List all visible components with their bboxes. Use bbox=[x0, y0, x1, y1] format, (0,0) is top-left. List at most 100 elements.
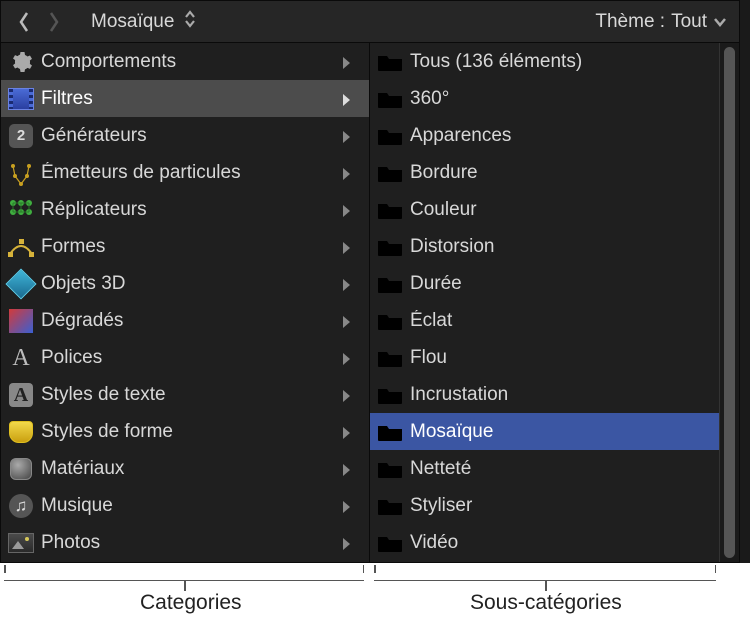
object3d-icon bbox=[7, 270, 35, 298]
chevron-right-icon bbox=[341, 424, 357, 440]
shape-icon bbox=[7, 233, 35, 261]
subcategory-row[interactable]: Durée bbox=[370, 265, 739, 302]
replicator-icon bbox=[7, 196, 35, 224]
chevron-right-icon bbox=[341, 535, 357, 551]
category-row[interactable]: Filtres bbox=[1, 80, 369, 117]
subcategory-row[interactable]: Styliser bbox=[370, 487, 739, 524]
category-label: Générateurs bbox=[41, 125, 335, 147]
subcategory-label: Flou bbox=[410, 347, 733, 369]
music-icon: ♫ bbox=[7, 492, 35, 520]
theme-value: Tout bbox=[671, 11, 707, 33]
browser-columns: Comportements Filtres 2 Générateurs Émetteur… bbox=[1, 43, 739, 562]
subcategory-row[interactable]: Flou bbox=[370, 339, 739, 376]
category-row[interactable]: Objets 3D bbox=[1, 265, 369, 302]
subcategory-row[interactable]: Bordure bbox=[370, 154, 739, 191]
category-row[interactable]: Réplicateurs bbox=[1, 191, 369, 228]
subcategory-row[interactable]: Tous (136 éléments) bbox=[370, 43, 739, 80]
category-row[interactable]: Formes bbox=[1, 228, 369, 265]
font-icon: A bbox=[7, 344, 35, 372]
subcategory-label: Incrustation bbox=[410, 384, 733, 406]
category-row[interactable]: 2 Générateurs bbox=[1, 117, 369, 154]
subcategory-row[interactable]: Couleur bbox=[370, 191, 739, 228]
material-icon bbox=[7, 455, 35, 483]
subcategory-row[interactable]: Vidéo bbox=[370, 524, 739, 561]
category-row[interactable]: Matériaux bbox=[1, 450, 369, 487]
chevron-right-icon bbox=[341, 165, 357, 181]
library-browser: Mosaïque Thème : Tout Comportements Filtr… bbox=[0, 0, 740, 563]
subcategory-label: Couleur bbox=[410, 199, 733, 221]
category-label: Matériaux bbox=[41, 458, 335, 480]
category-label: Styles de texte bbox=[41, 384, 335, 406]
category-label: Musique bbox=[41, 495, 335, 517]
subcategory-label: Mosaïque bbox=[410, 421, 733, 443]
annotation-right-label: Sous-catégories bbox=[470, 591, 622, 615]
theme-prefix: Thème : bbox=[595, 11, 665, 33]
folder-icon bbox=[376, 85, 404, 113]
bracket-right bbox=[374, 565, 716, 581]
subcategories-column: Tous (136 éléments) 360° Apparences Bordure… bbox=[370, 43, 739, 562]
folder-icon bbox=[376, 233, 404, 261]
subcategory-label: Durée bbox=[410, 273, 733, 295]
chevron-right-icon bbox=[341, 461, 357, 477]
chevron-down-icon bbox=[713, 11, 727, 33]
subcategory-label: Netteté bbox=[410, 458, 733, 480]
subcategory-row[interactable]: Apparences bbox=[370, 117, 739, 154]
text-style-icon: A bbox=[7, 381, 35, 409]
subcategory-label: 360° bbox=[410, 88, 733, 110]
scrollbar-thumb[interactable] bbox=[724, 47, 735, 558]
subcategory-row[interactable]: Distorsion bbox=[370, 228, 739, 265]
toolbar: Mosaïque Thème : Tout bbox=[1, 1, 739, 43]
category-label: Styles de forme bbox=[41, 421, 335, 443]
category-label: Filtres bbox=[41, 88, 335, 110]
category-row[interactable]: Dégradés bbox=[1, 302, 369, 339]
filmstrip-icon bbox=[7, 85, 35, 113]
subcategory-row[interactable]: Netteté bbox=[370, 450, 739, 487]
nav-back-button[interactable] bbox=[9, 7, 39, 37]
chevron-right-icon bbox=[341, 128, 357, 144]
subcategory-row[interactable]: 360° bbox=[370, 80, 739, 117]
particle-emitter-icon bbox=[7, 159, 35, 187]
category-row[interactable]: Photos bbox=[1, 524, 369, 561]
category-row[interactable]: Comportements bbox=[1, 43, 369, 80]
category-label: Polices bbox=[41, 347, 335, 369]
path-label: Mosaïque bbox=[91, 11, 174, 33]
category-row[interactable]: A Styles de texte bbox=[1, 376, 369, 413]
chevron-right-icon bbox=[341, 313, 357, 329]
scrollbar[interactable] bbox=[719, 43, 739, 562]
subcategory-row[interactable]: Éclat bbox=[370, 302, 739, 339]
folder-icon bbox=[376, 270, 404, 298]
category-label: Photos bbox=[41, 532, 335, 554]
annotation-area: Categories Sous-catégories bbox=[0, 563, 750, 628]
category-row[interactable]: Émetteurs de particules bbox=[1, 154, 369, 191]
chevron-right-icon bbox=[341, 350, 357, 366]
category-row[interactable]: Styles de forme bbox=[1, 413, 369, 450]
gear-icon bbox=[7, 48, 35, 76]
subcategory-row[interactable]: Incrustation bbox=[370, 376, 739, 413]
category-label: Dégradés bbox=[41, 310, 335, 332]
category-label: Émetteurs de particules bbox=[41, 162, 335, 184]
folder-icon bbox=[376, 159, 404, 187]
chevron-right-icon bbox=[341, 239, 357, 255]
theme-popup[interactable]: Thème : Tout bbox=[595, 11, 727, 33]
subcategory-row[interactable]: Mosaïque bbox=[370, 413, 739, 450]
chevron-right-icon bbox=[341, 387, 357, 403]
shape-style-icon bbox=[7, 418, 35, 446]
generator-icon: 2 bbox=[7, 122, 35, 150]
folder-icon bbox=[376, 492, 404, 520]
category-row[interactable]: A Polices bbox=[1, 339, 369, 376]
folder-icon bbox=[376, 381, 404, 409]
folder-icon bbox=[376, 48, 404, 76]
chevron-right-icon bbox=[341, 498, 357, 514]
nav-forward-button[interactable] bbox=[39, 7, 69, 37]
folder-icon bbox=[376, 455, 404, 483]
subcategory-label: Apparences bbox=[410, 125, 733, 147]
folder-icon bbox=[376, 307, 404, 335]
annotation-left-label: Categories bbox=[140, 591, 242, 615]
folder-icon bbox=[376, 122, 404, 150]
folder-icon bbox=[376, 418, 404, 446]
path-popup[interactable]: Mosaïque bbox=[91, 10, 196, 34]
category-row[interactable]: ♫ Musique bbox=[1, 487, 369, 524]
bracket-left bbox=[4, 565, 364, 581]
category-label: Objets 3D bbox=[41, 273, 335, 295]
chevron-right-icon bbox=[341, 276, 357, 292]
